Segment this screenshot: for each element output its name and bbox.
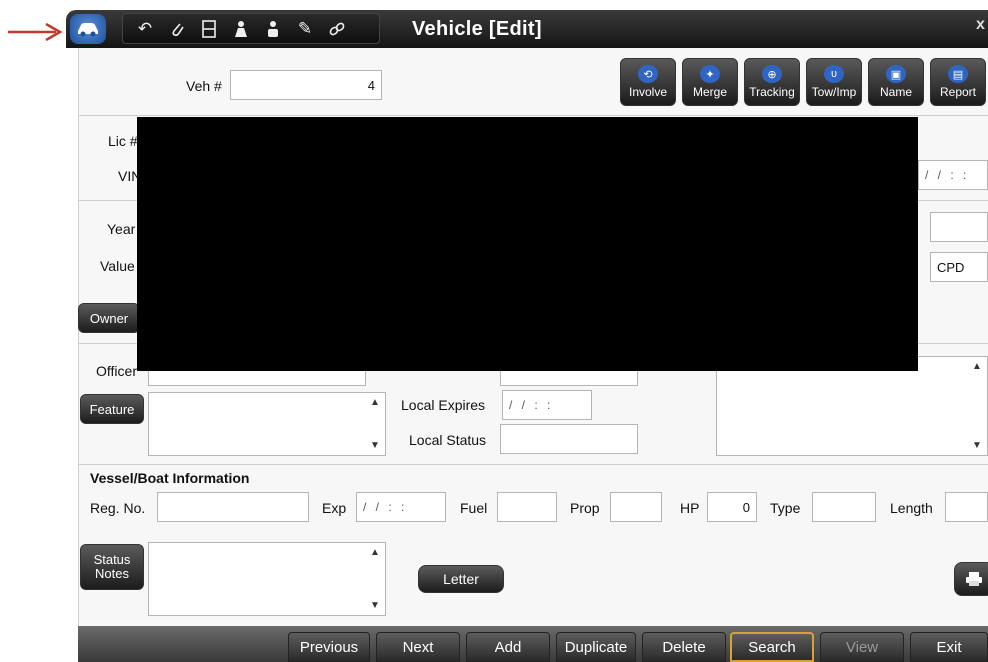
name-icon: ▣ (886, 65, 906, 83)
search-button[interactable]: Search (730, 632, 814, 662)
feature-textarea[interactable]: ▲ ▼ (148, 392, 386, 456)
lic-label: Lic # (108, 133, 138, 149)
quick-toolbar: ↶ ✎ (122, 13, 380, 44)
value-label: Value (100, 258, 135, 274)
merge-button[interactable]: ✦ Merge (682, 58, 738, 106)
scroll-up-icon[interactable]: ▲ (370, 397, 380, 408)
tow-icon: υ (824, 65, 844, 83)
prop-label: Prop (570, 500, 600, 516)
merge-label: Merge (692, 85, 727, 99)
agency-field[interactable]: CPD (930, 252, 988, 282)
owner-button[interactable]: Owner (78, 303, 140, 333)
close-icon[interactable]: x (976, 16, 985, 34)
exp-field[interactable]: / / : : (356, 492, 446, 522)
scroll-down-icon[interactable]: ▼ (972, 440, 982, 451)
type-field[interactable] (812, 492, 876, 522)
status-notes-button[interactable]: Status Notes (80, 544, 144, 590)
pencil-icon[interactable]: ✎ (295, 19, 315, 39)
local-expires-field[interactable]: / / : : (502, 390, 592, 420)
report-label: Report (939, 85, 977, 99)
officer-label: Officer (96, 363, 137, 379)
divider (78, 464, 988, 465)
status-notes-scrollbar[interactable]: ▲ ▼ (369, 547, 381, 611)
vehicle-app-icon[interactable] (70, 14, 106, 44)
exit-button[interactable]: Exit (910, 632, 988, 662)
divider (78, 115, 988, 116)
duplicate-button[interactable]: Duplicate (556, 632, 636, 662)
involve-button[interactable]: ⟲ Involve (620, 58, 676, 106)
scroll-down-icon[interactable]: ▼ (370, 440, 380, 451)
report-icon: ▤ (948, 65, 968, 83)
notes-scrollbar[interactable]: ▲ ▼ (971, 361, 983, 451)
veh-number-field[interactable]: 4 (230, 70, 382, 100)
reg-no-field[interactable] (157, 492, 309, 522)
veh-label: Veh # (186, 78, 222, 94)
next-button[interactable]: Next (376, 632, 460, 662)
type-label: Type (770, 500, 801, 516)
fuel-field[interactable] (497, 492, 557, 522)
hp-field[interactable]: 0 (707, 492, 757, 522)
status-notes-label: Status Notes (93, 551, 131, 581)
local-status-field[interactable] (500, 424, 638, 454)
year-label: Year (107, 221, 136, 237)
vessel-section-title: Vessel/Boat Information (90, 470, 250, 486)
hp-label: HP (680, 500, 700, 516)
scroll-down-icon[interactable]: ▼ (370, 600, 380, 611)
reg-no-label: Reg. No. (90, 500, 146, 516)
towimp-label: Tow/Imp (811, 85, 857, 99)
view-button[interactable]: View (820, 632, 904, 662)
involve-icon: ⟲ (638, 65, 658, 83)
feature-scrollbar[interactable]: ▲ ▼ (369, 397, 381, 451)
form-icon[interactable] (199, 19, 219, 39)
person-icon[interactable] (231, 19, 251, 39)
name-button[interactable]: ▣ Name (868, 58, 924, 106)
action-toolbar: ⟲ Involve ✦ Merge ⊕ Tracking υ Tow/Imp ▣… (620, 58, 986, 106)
local-expires-label: Local Expires (401, 397, 486, 413)
add-button[interactable]: Add (466, 632, 550, 662)
tracking-icon: ⊕ (762, 65, 782, 83)
link-icon[interactable] (327, 19, 347, 39)
tracking-label: Tracking (749, 85, 795, 99)
redacted-region (137, 117, 918, 371)
feature-button[interactable]: Feature (80, 394, 144, 424)
prop-field[interactable] (610, 492, 662, 522)
length-field[interactable] (945, 492, 988, 522)
previous-button[interactable]: Previous (288, 632, 370, 662)
print-icon[interactable] (954, 562, 988, 596)
vin-date-field[interactable]: / / : : (918, 160, 988, 190)
window-title: Vehicle [Edit] (412, 18, 542, 40)
person-alt-icon[interactable] (263, 19, 283, 39)
letter-button[interactable]: Letter (418, 565, 504, 593)
scroll-up-icon[interactable]: ▲ (972, 361, 982, 372)
year-right-field[interactable] (930, 212, 988, 242)
attachment-icon[interactable] (167, 19, 187, 39)
local-status-label: Local Status (409, 432, 487, 448)
status-notes-textarea[interactable]: ▲ ▼ (148, 542, 386, 616)
scroll-up-icon[interactable]: ▲ (370, 547, 380, 558)
fuel-label: Fuel (460, 500, 488, 516)
notes-textarea[interactable]: ▲ ▼ (716, 356, 988, 456)
report-button[interactable]: ▤ Report (930, 58, 986, 106)
merge-icon: ✦ (700, 65, 720, 83)
tracking-button[interactable]: ⊕ Tracking (744, 58, 800, 106)
name-label: Name (879, 85, 912, 99)
length-label: Length (890, 500, 933, 516)
involve-label: Involve (628, 85, 668, 99)
towimp-button[interactable]: υ Tow/Imp (806, 58, 862, 106)
delete-button[interactable]: Delete (642, 632, 726, 662)
pointer-arrow-icon (8, 22, 63, 42)
undo-icon[interactable]: ↶ (135, 19, 155, 39)
exp-label: Exp (322, 500, 347, 516)
